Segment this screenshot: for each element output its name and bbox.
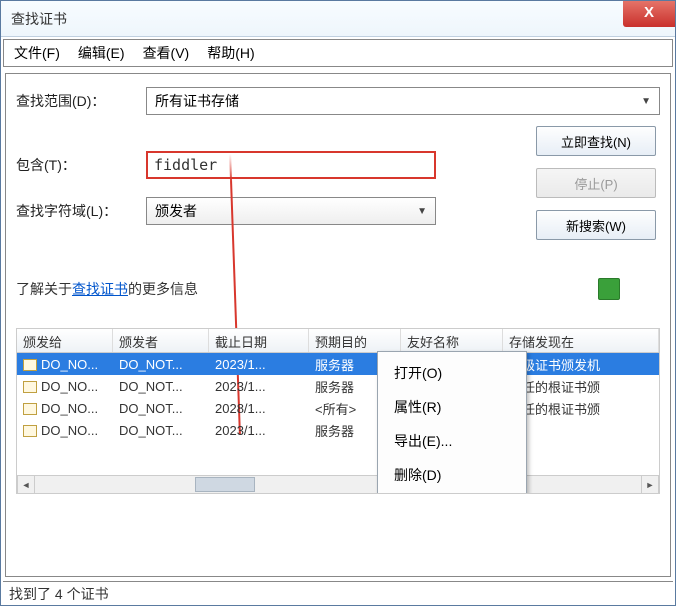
menu-view[interactable]: 查看(V) bbox=[139, 41, 194, 65]
scroll-right-icon[interactable]: ► bbox=[641, 476, 659, 493]
info-suffix: 的更多信息 bbox=[128, 281, 198, 297]
stop-button: 停止(P) bbox=[536, 168, 656, 198]
status-bar: 找到了 4 个证书 bbox=[3, 581, 673, 603]
window-titlebar: 查找证书 X bbox=[1, 1, 675, 37]
help-icon[interactable] bbox=[598, 278, 620, 300]
certificate-icon bbox=[23, 359, 37, 371]
results-table: 颁发给 颁发者 截止日期 预期目的 友好名称 存储发现在 DO_NO... DO… bbox=[16, 328, 660, 494]
menubar: 文件(F) 编辑(E) 查看(V) 帮助(H) bbox=[3, 39, 673, 67]
field-value: 颁发者 bbox=[155, 201, 197, 221]
field-label: 查找字符域(L)： bbox=[16, 201, 146, 221]
scroll-left-icon[interactable]: ◄ bbox=[17, 476, 35, 493]
horizontal-scrollbar[interactable]: ◄ ► bbox=[17, 475, 659, 493]
ctx-properties[interactable]: 属性(R) bbox=[378, 390, 526, 424]
chevron-down-icon: ▼ bbox=[417, 206, 427, 217]
scope-dropdown[interactable]: 所有证书存储 ▼ bbox=[146, 87, 660, 115]
scroll-thumb[interactable] bbox=[195, 477, 255, 492]
col-issued-to[interactable]: 颁发给 bbox=[17, 329, 113, 352]
ctx-open[interactable]: 打开(O) bbox=[378, 356, 526, 390]
info-link[interactable]: 查找证书 bbox=[72, 281, 128, 297]
table-row[interactable]: DO_NO... DO_NOT... 2023/1... 服务器 人 bbox=[17, 419, 659, 441]
contains-label: 包含(T)： bbox=[16, 155, 146, 175]
col-issued-by[interactable]: 颁发者 bbox=[113, 329, 209, 352]
table-row[interactable]: DO_NO... DO_NOT... 2023/1... 服务器 中级证书颁发机 bbox=[17, 353, 659, 375]
table-row[interactable]: DO_NO... DO_NOT... 2028/1... <所有> 信任的根证书… bbox=[17, 397, 659, 419]
col-purpose[interactable]: 预期目的 bbox=[309, 329, 401, 352]
col-expiry[interactable]: 截止日期 bbox=[209, 329, 309, 352]
main-panel: 查找范围(D)： 所有证书存储 ▼ 包含(T)： fiddler 查找字符域(L… bbox=[5, 73, 671, 577]
info-row: 了解关于查找证书的更多信息 bbox=[16, 278, 660, 300]
close-button[interactable]: X bbox=[623, 1, 675, 27]
scope-label: 查找范围(D)： bbox=[16, 91, 146, 111]
info-prefix: 了解关于 bbox=[16, 281, 72, 297]
find-now-button[interactable]: 立即查找(N) bbox=[536, 126, 656, 156]
context-menu: 打开(O) 属性(R) 导出(E)... 删除(D) 这是什么? bbox=[377, 351, 527, 494]
certificate-icon bbox=[23, 425, 37, 437]
col-store[interactable]: 存储发现在 bbox=[503, 329, 659, 352]
ctx-delete[interactable]: 删除(D) bbox=[378, 458, 526, 492]
window-title: 查找证书 bbox=[11, 9, 67, 29]
ctx-whats-this[interactable]: 这是什么? bbox=[378, 492, 526, 494]
certificate-icon bbox=[23, 403, 37, 415]
chevron-down-icon: ▼ bbox=[641, 96, 651, 107]
ctx-export[interactable]: 导出(E)... bbox=[378, 424, 526, 458]
table-row[interactable]: DO_NO... DO_NOT... 2023/1... 服务器 信任的根证书颁 bbox=[17, 375, 659, 397]
menu-file[interactable]: 文件(F) bbox=[10, 41, 64, 65]
col-friendly[interactable]: 友好名称 bbox=[401, 329, 503, 352]
contains-value: fiddler bbox=[154, 156, 217, 174]
menu-edit[interactable]: 编辑(E) bbox=[74, 41, 129, 65]
certificate-icon bbox=[23, 381, 37, 393]
menu-help[interactable]: 帮助(H) bbox=[203, 41, 258, 65]
table-header[interactable]: 颁发给 颁发者 截止日期 预期目的 友好名称 存储发现在 bbox=[17, 329, 659, 353]
status-text: 找到了 4 个证书 bbox=[9, 586, 109, 602]
contains-input[interactable]: fiddler bbox=[146, 151, 436, 179]
new-search-button[interactable]: 新搜索(W) bbox=[536, 210, 656, 240]
field-dropdown[interactable]: 颁发者 ▼ bbox=[146, 197, 436, 225]
scope-value: 所有证书存储 bbox=[155, 91, 239, 111]
